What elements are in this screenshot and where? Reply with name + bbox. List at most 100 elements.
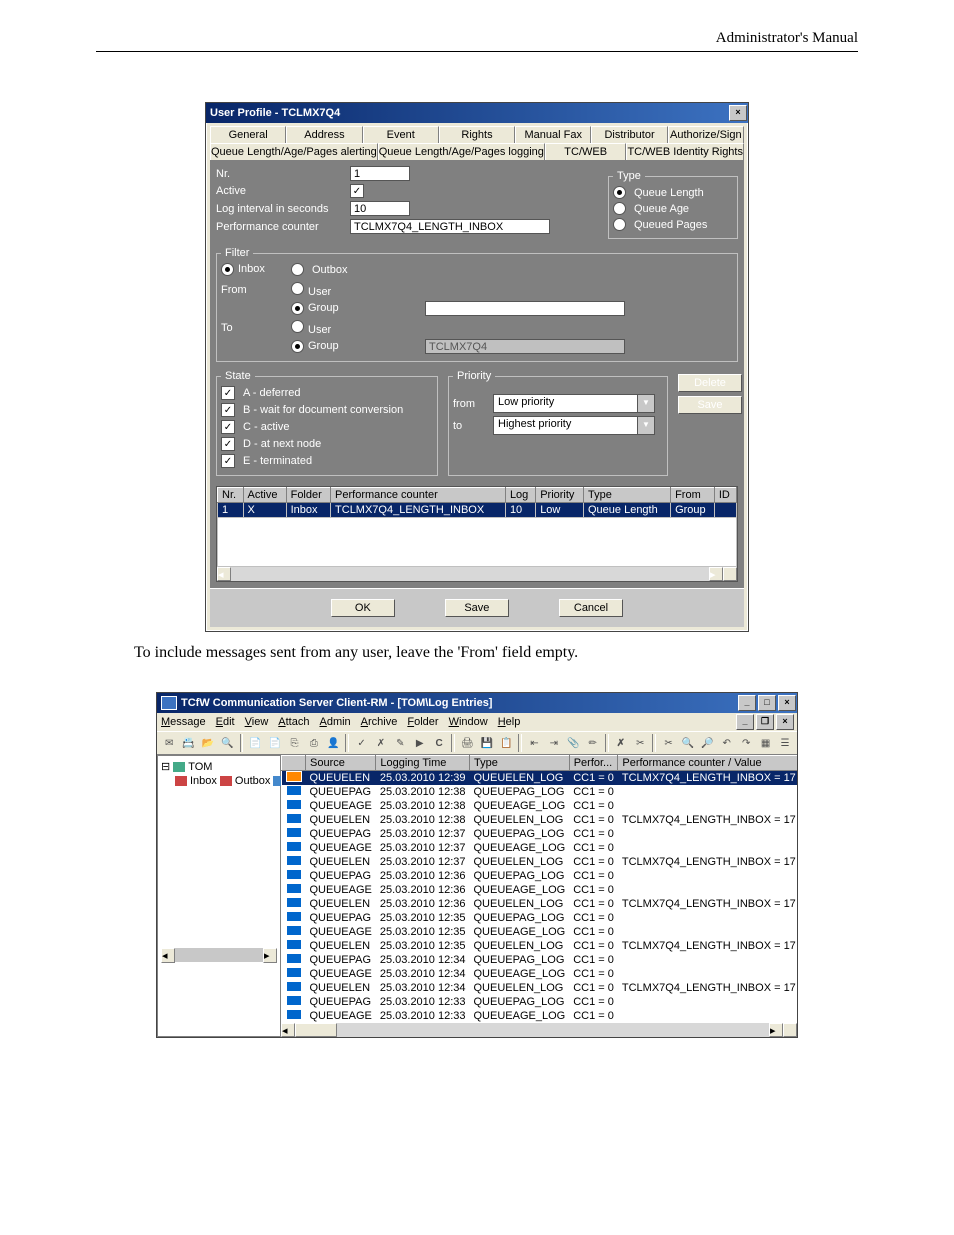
radio-outbox[interactable]: [291, 263, 304, 276]
toolbar-icon[interactable]: 🖨: [458, 733, 476, 753]
log-row[interactable]: QUEUELEN25.03.2010 12:36QUEUELEN_LOGCC1 …: [282, 897, 798, 911]
mdi-minimize-icon[interactable]: _: [736, 714, 754, 730]
from-radio-group[interactable]: [291, 302, 304, 315]
menu-item[interactable]: Folder: [407, 716, 438, 728]
log-row[interactable]: QUEUEAGE25.03.2010 12:33QUEUEAGE_LOGCC1 …: [282, 1009, 798, 1023]
log-row[interactable]: QUEUEAGE25.03.2010 12:37QUEUEAGE_LOGCC1 …: [282, 841, 798, 855]
grid-header[interactable]: Type: [584, 488, 671, 503]
grid-header[interactable]: Performance counter: [331, 488, 506, 503]
grid-cell[interactable]: Low: [536, 503, 584, 518]
tab[interactable]: Address: [286, 126, 362, 143]
grid-cell[interactable]: Inbox: [286, 503, 330, 518]
grid-cell[interactable]: 10: [505, 503, 535, 518]
menubar[interactable]: MessageEditViewAttachAdminArchiveFolderW…: [157, 714, 735, 730]
grid-header[interactable]: Active: [243, 488, 286, 503]
close-icon[interactable]: ×: [778, 695, 796, 711]
grid-cell[interactable]: [714, 503, 736, 518]
toolbar-icon[interactable]: 📇: [179, 733, 197, 753]
tab[interactable]: Event: [363, 126, 439, 143]
toolbar-icon[interactable]: C: [430, 733, 448, 753]
tree-item[interactable]: Inbox: [175, 775, 217, 787]
log-row[interactable]: QUEUELEN25.03.2010 12:38QUEUELEN_LOGCC1 …: [282, 813, 798, 827]
toolbar-icon[interactable]: ▶: [411, 733, 429, 753]
log-header[interactable]: Logging Time: [376, 756, 470, 771]
grid-cell[interactable]: TCLMX7Q4_LENGTH_INBOX: [331, 503, 506, 518]
state-c-check[interactable]: ✓: [221, 420, 235, 434]
log-row[interactable]: QUEUELEN25.03.2010 12:39QUEUELEN_LOGCC1 …: [282, 771, 798, 786]
grid-header[interactable]: Nr.: [218, 488, 244, 503]
grid-header[interactable]: Folder: [286, 488, 330, 503]
entries-grid[interactable]: Nr.ActiveFolderPerformance counterLogPri…: [217, 487, 737, 567]
log-row[interactable]: QUEUEAGE25.03.2010 12:34QUEUEAGE_LOGCC1 …: [282, 967, 798, 981]
menu-item[interactable]: Help: [498, 716, 521, 728]
tab[interactable]: Rights: [439, 126, 515, 143]
toolbar-icon[interactable]: ⎙: [305, 733, 323, 753]
toolbar-icon[interactable]: ✉: [160, 733, 178, 753]
toolbar-icon[interactable]: 🔍: [218, 733, 236, 753]
log-row[interactable]: QUEUELEN25.03.2010 12:35QUEUELEN_LOGCC1 …: [282, 939, 798, 953]
tab[interactable]: Distributor: [591, 126, 667, 143]
log-row[interactable]: QUEUEPAG25.03.2010 12:33QUEUEPAG_LOGCC1 …: [282, 995, 798, 1009]
close-icon[interactable]: ×: [729, 105, 747, 121]
mdi-restore-icon[interactable]: ❐: [756, 714, 774, 730]
toolbar-icon[interactable]: ✗: [612, 733, 630, 753]
toolbar-icon[interactable]: ✏: [583, 733, 601, 753]
tab[interactable]: Manual Fax: [515, 126, 591, 143]
menu-item[interactable]: Message: [161, 716, 206, 728]
active-checkbox[interactable]: ✓: [350, 184, 364, 198]
nr-input[interactable]: [350, 166, 410, 181]
log-interval-input[interactable]: [350, 201, 410, 216]
radio-queued-pages[interactable]: [613, 218, 626, 231]
tab[interactable]: Authorize/Sign: [668, 126, 744, 143]
grid-cell[interactable]: X: [243, 503, 286, 518]
grid-cell[interactable]: Queue Length: [584, 503, 671, 518]
tab[interactable]: TC/WEB: [545, 143, 627, 160]
menu-item[interactable]: Edit: [216, 716, 235, 728]
grid-header[interactable]: From: [671, 488, 715, 503]
toolbar-icon[interactable]: 🔎: [698, 733, 716, 753]
menu-item[interactable]: Admin: [319, 716, 350, 728]
log-header[interactable]: Perfor...: [569, 756, 618, 771]
log-row[interactable]: QUEUEAGE25.03.2010 12:36QUEUEAGE_LOGCC1 …: [282, 883, 798, 897]
log-row[interactable]: QUEUEAGE25.03.2010 12:35QUEUEAGE_LOGCC1 …: [282, 925, 798, 939]
state-b-check[interactable]: ✓: [221, 403, 235, 417]
radio-inbox[interactable]: [221, 263, 234, 276]
menu-item[interactable]: Archive: [361, 716, 398, 728]
minimize-icon[interactable]: _: [738, 695, 756, 711]
log-header[interactable]: Source: [306, 756, 376, 771]
tab[interactable]: General: [210, 126, 286, 143]
footer-save-button[interactable]: Save: [445, 599, 509, 617]
toolbar-icon[interactable]: ☰: [776, 733, 794, 753]
toolbar-icon[interactable]: ↷: [737, 733, 755, 753]
toolbar-icon[interactable]: ✓: [352, 733, 370, 753]
toolbar-icon[interactable]: 👤: [324, 733, 342, 753]
radio-queue-age[interactable]: [613, 202, 626, 215]
titlebar[interactable]: User Profile - TCLMX7Q4 ×: [206, 103, 748, 123]
toolbar[interactable]: ✉📇📂🔍 📄📄⎘⎙👤 ✓✗✎▶C 🖨💾📋 ⇤⇥📎✏ ✗✂ ✂🔍🔎↶↷▦☰: [157, 731, 797, 755]
toolbar-icon[interactable]: 📂: [199, 733, 217, 753]
toolbar-icon[interactable]: 🔍: [679, 733, 697, 753]
tree-item[interactable]: Outbox: [220, 775, 270, 787]
log-row[interactable]: QUEUELEN25.03.2010 12:34QUEUELEN_LOGCC1 …: [282, 981, 798, 995]
state-a-check[interactable]: ✓: [221, 386, 235, 400]
toolbar-icon[interactable]: 📋: [497, 733, 515, 753]
radio-queue-length[interactable]: [613, 186, 626, 199]
toolbar-icon[interactable]: ✗: [372, 733, 390, 753]
to-radio-group[interactable]: [291, 340, 304, 353]
toolbar-icon[interactable]: ▦: [756, 733, 774, 753]
toolbar-icon[interactable]: ⎘: [285, 733, 303, 753]
grid-header[interactable]: Log: [505, 488, 535, 503]
toolbar-icon[interactable]: 📎: [564, 733, 582, 753]
folder-tree[interactable]: ⊟TOM InboxOutboxSystem FolderFIS FolderM…: [157, 755, 281, 1037]
log-table[interactable]: SourceLogging TimeTypePerfor...Performan…: [281, 755, 797, 1023]
menu-item[interactable]: View: [245, 716, 269, 728]
grid-header[interactable]: Priority: [536, 488, 584, 503]
log-header[interactable]: Type: [470, 756, 570, 771]
ok-button[interactable]: OK: [331, 599, 395, 617]
log-titlebar[interactable]: TCfW Communication Server Client-RM - [T…: [157, 693, 797, 713]
tab[interactable]: TC/WEB Identity Rights: [626, 143, 744, 160]
delete-button[interactable]: Delete: [678, 374, 742, 392]
log-row[interactable]: QUEUELEN25.03.2010 12:37QUEUELEN_LOGCC1 …: [282, 855, 798, 869]
toolbar-icon[interactable]: 📄: [266, 733, 284, 753]
log-row[interactable]: QUEUEPAG25.03.2010 12:36QUEUEPAG_LOGCC1 …: [282, 869, 798, 883]
